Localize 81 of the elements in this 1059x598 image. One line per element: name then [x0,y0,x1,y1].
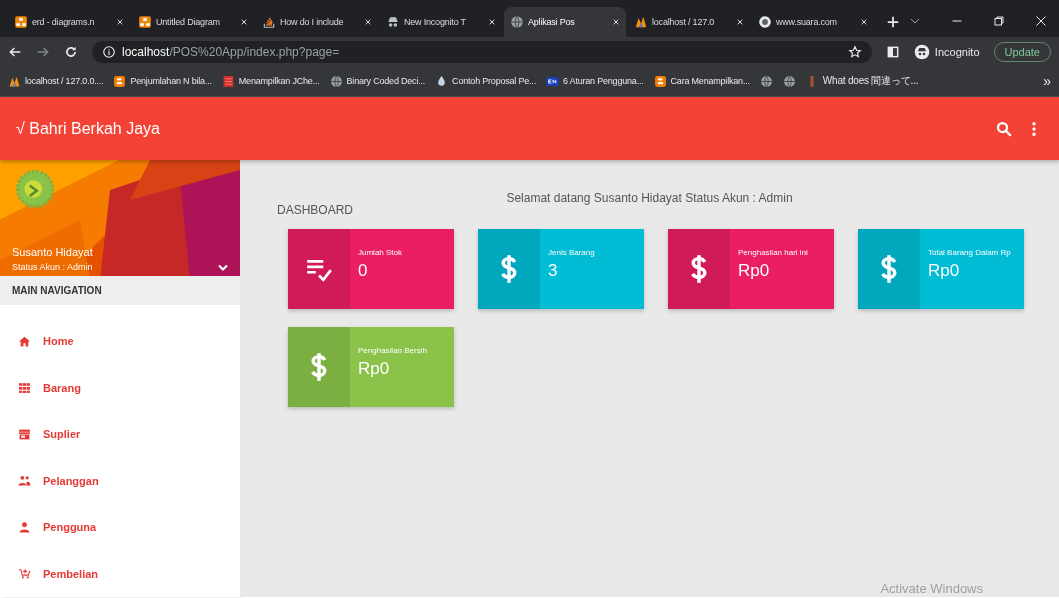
search-icon[interactable] [995,119,1013,138]
close-icon[interactable] [612,18,620,26]
welcome-text: Selamat datang Susanto Hidayat Status Akun : Admin [505,190,794,205]
card-value: 3 [548,261,559,281]
star-icon[interactable] [847,44,862,59]
bookmark[interactable]: Menampilkan JChe... [221,74,320,88]
close-icon[interactable] [240,18,248,26]
home-icon [18,334,31,348]
nav-item[interactable]: Barang [0,364,240,411]
incognito-icon [386,15,400,29]
diagram-icon [138,15,152,29]
logo-icon [14,168,56,210]
close-icon[interactable] [364,18,372,26]
nav-item[interactable]: Suplier [0,411,240,458]
grid-icon [18,381,31,395]
nav-item[interactable]: Pengguna [0,504,240,551]
more-bookmarks-button[interactable]: » [1043,73,1051,89]
sail-icon [634,15,648,29]
card-value: Rp0 [358,359,391,379]
bookmark[interactable]: Penjumlahan N bila... [113,74,212,88]
nav-item[interactable]: Pembelian [0,550,240,597]
store-icon [18,427,31,441]
info-icon [102,44,116,59]
bookmark[interactable]: Cara Menampilkan... [653,74,750,88]
card-label: Penghasilan hari ini [738,248,808,258]
blog-icon [113,74,127,88]
url-text: localhost/POS%20App/index.php?page= [122,44,340,59]
section-header: MAIN NAVIGATION [0,276,240,305]
page-title: DASHBOARD [277,203,354,217]
card-value: Rp0 [738,261,771,281]
browser-tab[interactable]: www.suara.com [752,7,874,37]
card-label: Total Barang Dalam Rp [928,248,1011,258]
browser-tab[interactable]: Untitled Diagram [132,7,254,37]
restore-icon[interactable] [993,15,1005,27]
browser-tab[interactable]: localhost / 127.0 [628,7,750,37]
close-icon[interactable] [1035,15,1047,27]
browser-tab[interactable]: New Incognito T [380,7,502,37]
globe-icon[interactable] [759,74,773,88]
chevron-down-icon[interactable] [218,264,228,272]
sidepanel-icon[interactable] [885,44,900,59]
globe-icon[interactable] [782,74,796,88]
cart-icon [18,567,31,581]
stack-icon [262,15,276,29]
blog-icon [653,74,667,88]
globe-icon [510,15,524,29]
card-value: 0 [358,261,369,281]
user-status: Status Akun : Admin [12,262,93,272]
browser-tab[interactable]: erd - diagrams.n [8,7,130,37]
bookmark[interactable]: Binary Coded Deci... [329,74,426,88]
reload-icon[interactable] [64,44,78,59]
close-icon[interactable] [488,18,496,26]
bookmark[interactable]: 6 Aturan Pengguna... [545,74,644,88]
bookmark[interactable]: localhost / 127.0.0.... [8,74,104,88]
browser-tab[interactable]: Aplikasi Pos [504,7,626,37]
person-icon [18,520,31,534]
nav-item[interactable]: Pelanggan [0,457,240,504]
globe-icon [329,74,343,88]
page-icon [221,74,235,88]
card-value: Rp0 [928,261,961,281]
close-icon[interactable] [860,18,868,26]
plus-icon[interactable] [886,15,900,29]
close-icon[interactable] [736,18,744,26]
profile-button[interactable]: Incognito [913,43,980,60]
card-label: Jenis Barang [548,248,595,258]
incognito-icon [913,43,930,60]
flag-icon [545,74,559,88]
diagram-icon [14,15,28,29]
browser-tab[interactable]: How do I include [256,7,378,37]
card-label: Penghasilan Bersih [358,346,427,356]
people-icon [18,474,31,488]
nav-item[interactable]: Home [0,318,240,365]
bookmark[interactable]: What does 間違って... [805,74,919,88]
card-label: Jumlah Stok [358,248,403,258]
address-bar[interactable]: localhost/POS%20App/index.php?page= [92,40,872,63]
sail-icon [8,74,21,88]
activation-notice: Activate Windows [880,581,983,596]
circle-icon [758,15,772,29]
user-name: Susanto Hidayat [12,246,93,258]
app-title: √ Bahri Berkah Jaya [16,119,161,138]
close-icon[interactable] [116,18,124,26]
bookmark[interactable]: Contoh Proposal Pe... [435,74,536,88]
